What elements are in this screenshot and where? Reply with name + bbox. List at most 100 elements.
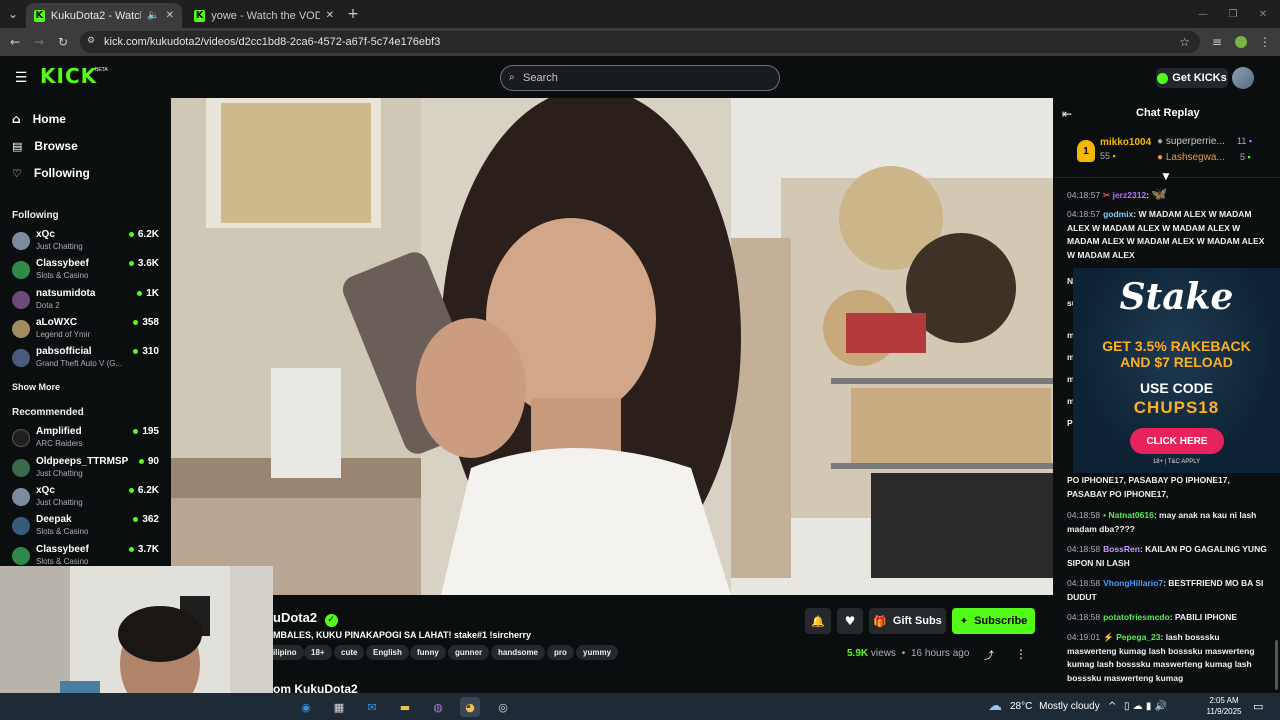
sidebar-channel-xqc[interactable]: xQc Just Chatting 6.2K	[12, 229, 162, 255]
share-icon[interactable]: ⤴	[983, 648, 995, 662]
stake-ad-banner[interactable]: Stake GET 3.5% RAKEBACK AND $7 RELOAD US…	[1073, 268, 1280, 473]
tab-search-icon[interactable]: ⌄	[6, 7, 20, 21]
clock[interactable]: 2:05 AM 11/9/2025	[1203, 695, 1245, 717]
channel-name: Oldpeeps_TTRMSP	[36, 456, 129, 467]
chat-username[interactable]: BossRen	[1103, 544, 1140, 554]
nav-browse-label: Browse	[34, 139, 78, 153]
user-avatar[interactable]	[1232, 67, 1254, 89]
file-explorer-icon[interactable]: ▬	[395, 697, 415, 717]
menu-kebab-icon[interactable]: ⋮	[1258, 35, 1272, 49]
tag-chip[interactable]: 18+	[304, 645, 332, 660]
channel-name: xQc	[36, 229, 55, 240]
follow-heart-button[interactable]: ♥	[837, 608, 863, 634]
tag-chip[interactable]: yummy	[576, 645, 619, 660]
sidebar-channel-amplified[interactable]: Amplified ARC Raiders 195	[12, 426, 162, 452]
leaderboard-second[interactable]: ● superperrie...	[1157, 136, 1225, 147]
weather-widget[interactable]: 28°C Mostly cloudy	[1010, 701, 1100, 712]
get-kicks-button[interactable]: Get KICKs	[1156, 68, 1228, 88]
sidebar-channel-deepak[interactable]: Deepak Slots & Casino 362	[12, 514, 162, 540]
channel-name: Classybeef	[36, 544, 89, 555]
channel-category: Slots & Casino	[36, 557, 89, 566]
gift-subs-button[interactable]: 🎁 Gift Subs	[869, 608, 946, 634]
url-bar[interactable]: ⚙ kick.com/kukudota2/videos/d2cc1bd8-2ca…	[80, 31, 1200, 53]
sidebar-channel-xqc-rec[interactable]: xQc Just Chatting 6.2K	[12, 485, 162, 511]
viewer-count: 3.6K	[128, 258, 159, 269]
subscribe-button[interactable]: ✦ Subscribe	[952, 608, 1035, 634]
chat-username[interactable]: Pepega_23	[1116, 632, 1160, 642]
channel-name: Classybeef	[36, 258, 89, 269]
tag-chip[interactable]: funny	[410, 645, 446, 660]
tag-chip[interactable]: cute	[334, 645, 365, 660]
expand-leaderboard-icon[interactable]: ▼	[1160, 172, 1172, 182]
sidebar-channel-classybeef[interactable]: Classybeef Slots & Casino 3.6K	[12, 258, 162, 284]
bell-icon: 🔔	[811, 614, 825, 628]
nav-following[interactable]: ♡ Following	[12, 162, 90, 184]
minimize-icon[interactable]: —	[1196, 7, 1210, 21]
viewer-count: 6.2K	[128, 229, 159, 240]
sidebar-channel-pabsofficial[interactable]: pabsofficial Grand Theft Auto V (G... 31…	[12, 346, 162, 372]
chat-username[interactable]: godmix	[1103, 209, 1133, 219]
chat-username[interactable]: Natnat0616	[1108, 510, 1153, 520]
live-dot-icon	[133, 349, 139, 354]
bookmark-star-icon[interactable]: ☆	[1179, 35, 1190, 49]
store-icon[interactable]: ▦	[329, 697, 349, 717]
chrome-icon[interactable]: ◕	[460, 697, 480, 717]
sidebar-channel-alowxc[interactable]: aLoWXC Legend of Ymir 358	[12, 317, 162, 343]
nav-home[interactable]: ⌂ Home	[12, 108, 66, 130]
chat-username[interactable]: potatofriesmcdo	[1103, 612, 1170, 622]
reload-icon[interactable]: ↻	[56, 35, 70, 49]
kick-favicon-icon: K	[34, 9, 45, 22]
discord-icon[interactable]: ◍	[428, 697, 448, 717]
back-icon[interactable]: ←	[8, 35, 22, 49]
search-input[interactable]: ⌕ Search	[500, 65, 780, 91]
tag-chip[interactable]: English	[366, 645, 409, 660]
nav-browse[interactable]: ▤ Browse	[12, 135, 78, 157]
chat-username[interactable]: VhongHillario7	[1103, 578, 1163, 588]
search-placeholder: Search	[523, 72, 558, 84]
tab-yowe[interactable]: K yowe - Watch the VOD on Kick ✕	[186, 3, 342, 28]
sidebar-channel-oldpeeps[interactable]: Oldpeeps_TTRMSP Just Chatting 90	[12, 456, 162, 482]
ad-click-here-button[interactable]: CLICK HERE	[1130, 428, 1224, 454]
tray-icons[interactable]: ▯ ☁ ▮ 🔊	[1124, 701, 1167, 712]
streamer-name[interactable]: uDota2 ✓	[273, 610, 338, 627]
show-more-link[interactable]: Show More	[12, 382, 60, 392]
close-tab-icon[interactable]: ✕	[326, 10, 334, 21]
media-controls-icon[interactable]: ≡	[1210, 35, 1224, 49]
channel-avatar	[12, 517, 30, 535]
edge-icon[interactable]: ◉	[296, 697, 316, 717]
new-tab-icon[interactable]: +	[346, 6, 360, 22]
tag-chip[interactable]: gunner	[448, 645, 490, 660]
sidebar-channel-natsumidota[interactable]: natsumidota Dota 2 1K	[12, 288, 162, 314]
profile-avatar[interactable]	[1235, 36, 1247, 48]
obs-icon[interactable]: ◎	[493, 697, 513, 717]
maximize-icon[interactable]: ❐	[1226, 7, 1240, 21]
kick-logo[interactable]: KICK	[40, 64, 97, 88]
collapse-chat-icon[interactable]: ⇤	[1060, 107, 1074, 121]
notification-bell-button[interactable]: 🔔	[805, 608, 831, 634]
heart-icon: ♡	[12, 166, 22, 180]
following-section-title: Following	[12, 210, 59, 221]
chat-message: 04:18:57 godmix: W MADAM ALEX W MADAM ALE…	[1067, 209, 1265, 260]
chat-message: 04:18:58 VhongHillario7: BESTFRIEND MO BA…	[1067, 578, 1264, 602]
site-info-icon[interactable]: ⚙	[87, 36, 95, 46]
close-tab-icon[interactable]: ✕	[166, 10, 174, 21]
leaderboard-top-name[interactable]: mikko1004	[1100, 137, 1151, 148]
forward-icon[interactable]: →	[32, 35, 46, 49]
sidebar-channel-classybeef-rec[interactable]: Classybeef Slots & Casino 3.7K	[12, 544, 162, 566]
close-window-icon[interactable]: ✕	[1256, 7, 1270, 21]
show-hidden-icons-icon[interactable]: ^	[1108, 701, 1116, 712]
tag-chip[interactable]: pro	[547, 645, 574, 660]
more-options-icon[interactable]: ⋮	[1015, 647, 1027, 661]
mail-icon[interactable]: ✉	[362, 697, 382, 717]
video-player[interactable]	[171, 98, 1053, 595]
tag-chip[interactable]: handsome	[491, 645, 546, 660]
leaderboard-third[interactable]: ● Lashsegwa...	[1157, 152, 1225, 163]
tab-kukudota2[interactable]: K KukuDota2 - Watch the VC 🔈 ✕	[26, 3, 182, 28]
channel-category: ARC Raiders	[36, 439, 83, 448]
notifications-icon[interactable]: ▭	[1253, 700, 1263, 713]
chat-username[interactable]: jerz2312	[1113, 190, 1147, 200]
kick-favicon-icon: K	[194, 9, 206, 22]
hamburger-menu-icon[interactable]: ☰	[12, 70, 30, 86]
live-dot-icon	[128, 488, 134, 493]
chat-scrollbar[interactable]	[1275, 640, 1278, 690]
